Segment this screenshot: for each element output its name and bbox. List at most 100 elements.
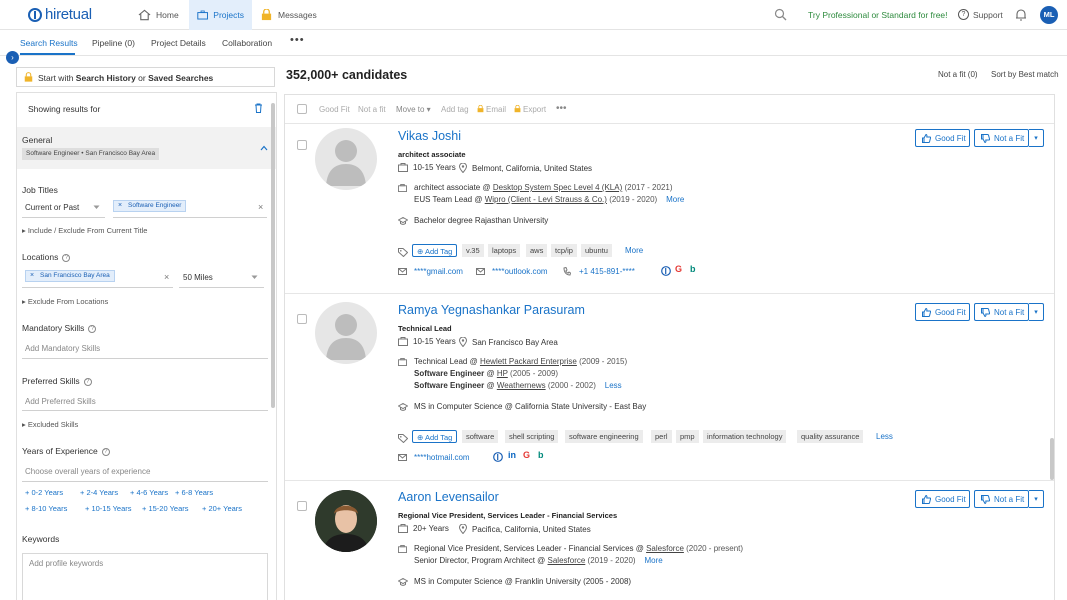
more-experience-link[interactable]: More [666, 195, 684, 204]
year-option[interactable]: + 10-15 Years [85, 504, 132, 513]
year-option[interactable]: + 20+ Years [202, 504, 242, 513]
email-contact[interactable]: ****gmail.com [414, 267, 463, 276]
company-link[interactable]: Salesforce [646, 544, 684, 553]
help-icon[interactable]: ? [88, 324, 97, 333]
candidate-checkbox[interactable] [297, 501, 307, 511]
upgrade-promo-link[interactable]: Try Professional or Standard for free! [808, 10, 948, 20]
hiretual-logo[interactable]: hiretual [28, 6, 92, 23]
fit-options-dropdown[interactable]: ▾ [1029, 303, 1044, 321]
job-scope-select[interactable]: Current or Past [25, 203, 79, 212]
skill-tag[interactable]: ubuntu [581, 244, 612, 257]
candidate-checkbox[interactable] [297, 140, 307, 150]
skill-tag[interactable]: shell scripting [505, 430, 559, 443]
email-contact[interactable]: ****hotmail.com [414, 453, 470, 462]
preferred-skills-input[interactable]: Add Preferred Skills [25, 397, 96, 406]
company-link[interactable]: Hewlett Packard Enterprise [480, 357, 577, 366]
skill-tag[interactable]: software [462, 430, 499, 443]
support-link[interactable]: ? Support [958, 9, 1003, 20]
nav-home[interactable]: Home [130, 0, 187, 30]
include-exclude-toggle[interactable]: ▸ Include / Exclude From Current Title [22, 226, 147, 235]
skill-tag[interactable]: tcp/ip [551, 244, 577, 257]
bell-icon[interactable] [1015, 8, 1027, 21]
skill-tag[interactable]: quality assurance [797, 430, 864, 443]
select-all-checkbox[interactable] [297, 104, 307, 114]
fit-options-dropdown[interactable]: ▾ [1029, 129, 1044, 147]
add-tag-button[interactable]: ⊕ Add Tag [412, 430, 458, 443]
linkedin-icon[interactable]: in [508, 450, 516, 460]
clear-job-titles-icon[interactable]: × [258, 202, 263, 212]
job-title-chip[interactable]: × Software Engineer [113, 200, 187, 212]
radius-select[interactable]: 50 Miles [183, 273, 213, 282]
email-contact[interactable]: ****outlook.com [492, 267, 548, 276]
year-option[interactable]: + 0-2 Years [25, 488, 63, 497]
nav-messages[interactable]: Messages [252, 0, 325, 30]
tab-search-results[interactable]: Search Results [20, 38, 78, 48]
bulk-add-tag[interactable]: Add tag [441, 105, 469, 114]
bulk-move-to[interactable]: Move to ▾ [396, 105, 431, 114]
not-a-fit-filter[interactable]: Not a fit (0) [938, 70, 978, 79]
not-a-fit-button[interactable]: Not a Fit [974, 303, 1029, 321]
company-link[interactable]: Weathernews [497, 381, 546, 390]
chevron-down-icon[interactable] [251, 275, 258, 280]
trash-icon[interactable] [254, 103, 263, 113]
user-avatar[interactable]: ML [1040, 6, 1058, 24]
hiretual-source-icon[interactable] [493, 452, 503, 462]
tab-project-details[interactable]: Project Details [151, 38, 206, 48]
clear-location-icon[interactable]: × [164, 272, 169, 282]
hiretual-source-icon[interactable] [661, 266, 671, 276]
candidate-photo[interactable] [315, 490, 377, 552]
less-tags-link[interactable]: Less [876, 432, 893, 441]
more-experience-link[interactable]: More [644, 556, 662, 565]
google-icon[interactable]: G [523, 450, 530, 460]
default-avatar[interactable] [315, 128, 377, 190]
company-link[interactable]: HP [497, 369, 508, 378]
skill-tag[interactable]: software engineering [565, 430, 643, 443]
year-option[interactable]: + 15-20 Years [142, 504, 189, 513]
skill-tag[interactable]: perl [651, 430, 672, 443]
bing-icon[interactable]: b [690, 264, 696, 274]
more-tags-link[interactable]: More [625, 246, 643, 255]
bing-icon[interactable]: b [538, 450, 544, 460]
year-option[interactable]: + 8-10 Years [25, 504, 67, 513]
fit-options-dropdown[interactable]: ▾ [1029, 490, 1044, 508]
help-icon[interactable]: ? [62, 253, 71, 262]
company-link[interactable]: Desktop System Spec Level 4 (KLA) [493, 183, 622, 192]
phone-contact[interactable]: +1 415-891-**** [579, 267, 635, 276]
year-option[interactable]: + 2-4 Years [80, 488, 118, 497]
candidate-checkbox[interactable] [297, 314, 307, 324]
bulk-email[interactable]: Email [486, 105, 506, 114]
help-icon[interactable]: ? [83, 377, 92, 386]
tab-pipeline[interactable]: Pipeline (0) [92, 38, 135, 48]
skill-tag[interactable]: pmp [676, 430, 699, 443]
default-avatar[interactable] [315, 302, 377, 364]
exclude-locations-toggle[interactable]: ▸ Exclude From Locations [22, 297, 108, 306]
mandatory-skills-input[interactable]: Add Mandatory Skills [25, 344, 100, 353]
not-a-fit-button[interactable]: Not a Fit [974, 129, 1029, 147]
google-icon[interactable]: G [675, 264, 682, 274]
candidate-name[interactable]: Vikas Joshi [398, 129, 461, 143]
company-link[interactable]: Salesforce [548, 556, 586, 565]
search-history-link[interactable]: Search History [76, 73, 136, 83]
chevron-up-icon[interactable] [260, 145, 268, 151]
candidate-name[interactable]: Ramya Yegnashankar Parasuram [398, 303, 585, 317]
chevron-down-icon[interactable] [93, 205, 100, 210]
skill-tag[interactable]: laptops [488, 244, 521, 257]
collapse-panel-button[interactable]: › [6, 51, 19, 64]
tab-collaboration[interactable]: Collaboration [222, 38, 272, 48]
not-a-fit-button[interactable]: Not a Fit [974, 490, 1029, 508]
good-fit-button[interactable]: Good Fit [915, 490, 970, 508]
sort-dropdown[interactable]: Sort by Best match [991, 70, 1059, 79]
company-link[interactable]: Wipro (Client - Levi Strauss & Co.) [485, 195, 607, 204]
skill-tag[interactable]: aws [526, 244, 548, 257]
excluded-skills-toggle[interactable]: ▸ Excluded Skills [22, 420, 78, 429]
add-tag-button[interactable]: ⊕ Add Tag [412, 244, 458, 257]
search-history-box[interactable]: Start with Search History or Saved Searc… [16, 67, 275, 87]
location-chip[interactable]: × San Francisco Bay Area [25, 270, 115, 282]
nav-projects[interactable]: Projects [189, 0, 252, 30]
remove-chip-icon[interactable]: × [30, 272, 34, 279]
years-experience-input[interactable]: Choose overall years of experience [25, 467, 150, 476]
year-option[interactable]: + 6-8 Years [175, 488, 213, 497]
bulk-not-fit[interactable]: Not a fit [358, 105, 386, 114]
good-fit-button[interactable]: Good Fit [915, 129, 970, 147]
search-icon[interactable] [774, 8, 787, 21]
